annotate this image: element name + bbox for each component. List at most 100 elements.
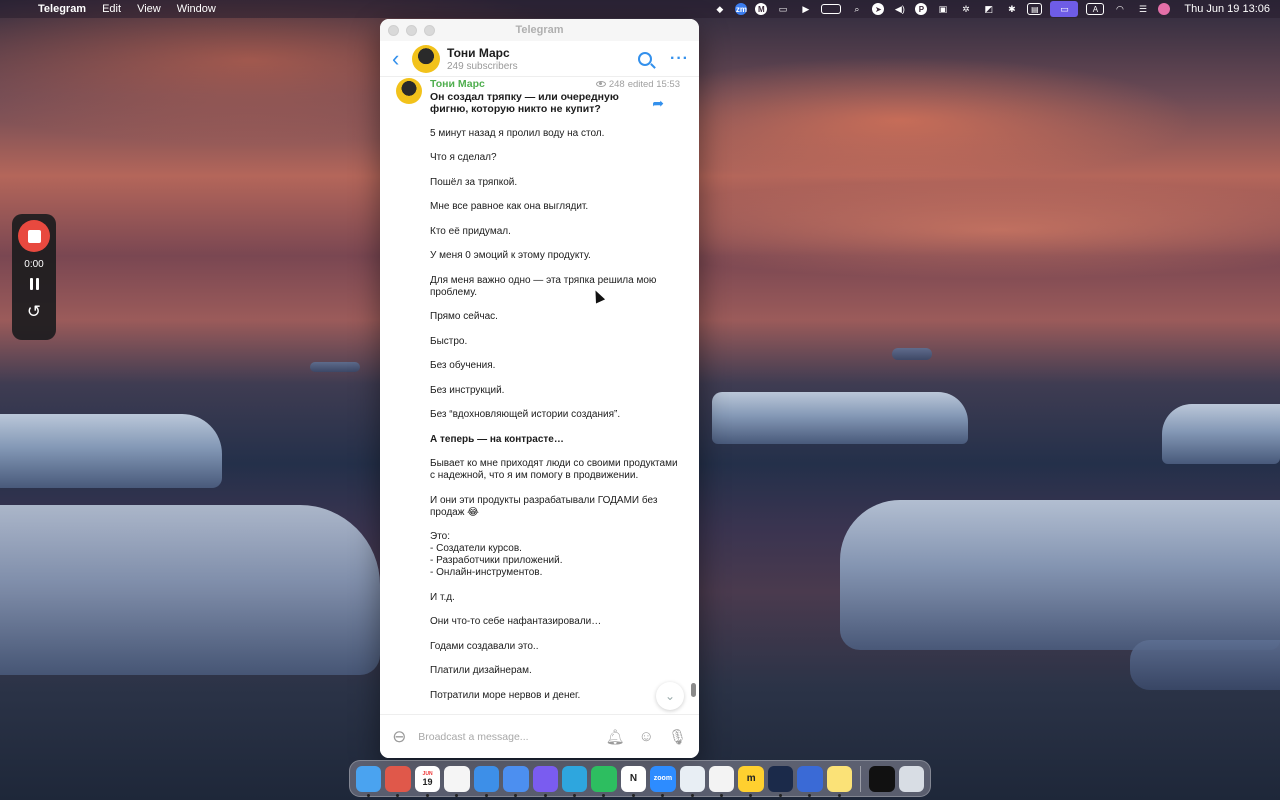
more-options-icon[interactable]: ··· <box>670 50 689 68</box>
bluetooth-icon[interactable]: ✱ <box>1004 3 1019 15</box>
input-source-icon[interactable]: A <box>1086 3 1105 15</box>
running-indicator <box>572 793 576 797</box>
running-indicator <box>749 793 753 797</box>
dock-zoom-icon[interactable]: zoom <box>650 765 676 797</box>
iceberg <box>1130 640 1280 690</box>
play-icon[interactable]: ▶ <box>798 3 813 15</box>
settings-icon[interactable]: ✲ <box>958 3 973 15</box>
dock-steam-icon[interactable] <box>767 765 794 797</box>
post-meta: 248 edited 15:53 <box>595 79 680 90</box>
post-paragraph: Что я сделал? <box>430 152 497 163</box>
post-paragraph: Мне все равное как она выглядит. <box>430 201 589 212</box>
running-indicator <box>455 793 459 797</box>
notification-bell-icon[interactable]: 🔔︎ <box>606 728 625 746</box>
pause-button[interactable] <box>29 278 39 290</box>
telegram-window: Telegram ‹ Тони Марс 249 subscribers ···… <box>380 19 699 758</box>
running-indicator <box>661 793 665 797</box>
search-icon[interactable]: ⌕ <box>849 3 864 15</box>
screen-recorder: 0:00 ↺ <box>12 214 56 340</box>
zoom-icon[interactable]: zm <box>735 3 748 15</box>
dock-notes-icon[interactable] <box>826 765 853 797</box>
dock-notion-icon[interactable]: N <box>620 765 647 797</box>
evernote-icon[interactable]: ◆ <box>712 3 727 15</box>
telegram-icon[interactable]: ➤ <box>872 3 885 15</box>
running-indicator <box>484 793 488 797</box>
stop-recording-button[interactable] <box>18 220 50 252</box>
notes-icon[interactable]: ▤ <box>1027 3 1043 15</box>
dock-miro-icon[interactable]: m <box>738 765 764 797</box>
post-paragraph: Прямо сейчас. <box>430 311 498 322</box>
post-text: Он создал тряпку — или очередную фигню, … <box>430 91 680 702</box>
composer: ⊘ 🔔︎ ☺ 🎙︎ <box>380 714 699 758</box>
pause-icon <box>35 278 39 290</box>
back-arrow-icon[interactable]: ‹ <box>392 47 410 69</box>
dock-stickies-icon[interactable] <box>709 765 735 797</box>
stop-icon <box>27 229 41 243</box>
dock-finder-icon[interactable] <box>356 765 382 797</box>
menu-app-name[interactable]: Telegram <box>38 3 86 15</box>
scrollbar[interactable] <box>691 683 696 697</box>
recording-time: 0:00 <box>24 259 44 270</box>
volume-icon[interactable]: ◀) <box>892 3 907 15</box>
dock-telegram-icon[interactable] <box>561 765 588 797</box>
running-indicator <box>425 793 429 797</box>
chevron-down-icon: ⌄ <box>664 689 676 703</box>
dock-evernote-icon[interactable] <box>591 765 617 797</box>
post-paragraph: Потратили море нервов и денег. <box>430 689 581 701</box>
running-indicator <box>808 793 812 797</box>
running-indicator <box>690 793 694 797</box>
menu-edit[interactable]: Edit <box>102 3 121 15</box>
channel-post: Тони Марс 248 edited 15:53 Он создал тря… <box>394 77 684 714</box>
subscriber-count: 249 subscribers <box>447 60 518 72</box>
dock-xcode-tools-icon[interactable] <box>797 765 823 797</box>
display-icon[interactable]: ▭ <box>775 3 790 15</box>
dock-mail-icon[interactable] <box>473 765 500 797</box>
mail-icon[interactable]: M <box>755 3 768 15</box>
wifi-icon[interactable]: ◠ <box>1112 3 1127 15</box>
iceberg <box>892 348 932 360</box>
menu-bar: Telegram Edit View Window ◆ zm M ▭ ▶ ⌕ ➤… <box>0 0 1280 18</box>
dock-reminders-icon[interactable] <box>444 765 470 797</box>
emoji-icon[interactable]: ☺ <box>639 728 654 746</box>
running-indicator <box>602 793 606 797</box>
screen-mirroring-icon[interactable]: ▭ <box>1050 1 1079 17</box>
menu-window[interactable]: Window <box>177 3 216 15</box>
iceberg <box>1162 404 1280 464</box>
control-center-icon[interactable]: ☰ <box>1135 3 1150 15</box>
message-list[interactable]: Тони Марс 248 edited 15:53 Он создал тря… <box>380 77 699 714</box>
post-author[interactable]: Тони Марс <box>430 78 485 90</box>
app-icon[interactable]: P <box>915 3 928 15</box>
dock-figure-icon[interactable] <box>679 765 706 797</box>
gift-icon[interactable]: ▣ <box>935 3 950 15</box>
nav-icon[interactable]: ◩ <box>981 3 996 15</box>
menu-view[interactable]: View <box>137 3 161 15</box>
channel-info[interactable]: Тони Марс 249 subscribers <box>447 46 518 72</box>
attach-icon[interactable]: ⊘ <box>387 724 412 748</box>
microphone-icon[interactable]: 🎙︎ <box>668 728 687 746</box>
battery-icon[interactable] <box>821 4 842 14</box>
dock-testflight-icon[interactable] <box>503 765 529 797</box>
siri-icon[interactable] <box>1158 3 1171 15</box>
running-indicator <box>396 793 400 797</box>
dock-calendar-icon[interactable]: JUN 19 <box>414 765 441 797</box>
author-avatar[interactable] <box>396 78 422 104</box>
post-paragraph: Они что-то себе нафантазировали… <box>430 616 602 627</box>
post-paragraph: 5 минут назад я пролил воду на стол. <box>430 127 605 139</box>
dock-terminal-icon[interactable] <box>869 765 895 792</box>
scroll-down-button[interactable]: ⌄ <box>656 682 684 710</box>
dock-launchpad-icon[interactable] <box>385 765 411 797</box>
restart-icon[interactable]: ↺ <box>27 303 41 320</box>
post-paragraph: И т.д. <box>430 591 455 603</box>
window-title: Telegram <box>515 24 564 36</box>
forward-icon[interactable]: ➦ <box>652 95 664 112</box>
dock-arc-icon[interactable] <box>532 765 558 797</box>
channel-avatar[interactable] <box>412 44 440 73</box>
menu-clock[interactable]: Thu Jun 19 13:06 <box>1184 3 1270 15</box>
search-icon[interactable] <box>638 51 653 66</box>
dock-trash-icon[interactable] <box>898 765 924 792</box>
dock-separator <box>860 765 862 792</box>
pause-icon <box>29 278 33 290</box>
running-indicator <box>543 793 547 797</box>
running-indicator <box>778 793 782 797</box>
message-input[interactable] <box>418 730 579 743</box>
